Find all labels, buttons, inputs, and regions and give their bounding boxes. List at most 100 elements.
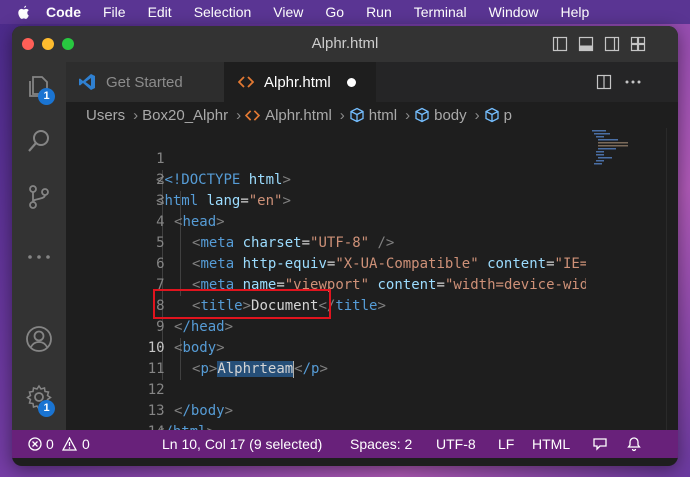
menu-app-name[interactable]: Code bbox=[46, 4, 81, 20]
menu-terminal[interactable]: Terminal bbox=[414, 4, 467, 20]
code-line: 7 <title>Document</title> bbox=[66, 254, 386, 314]
breadcrumb-body[interactable]: body bbox=[434, 107, 467, 124]
breadcrumb-file[interactable]: Alphr.html bbox=[265, 107, 332, 124]
menu-file[interactable]: File bbox=[103, 4, 126, 20]
tab-label-alphr-html: Alphr.html bbox=[264, 73, 331, 91]
code-line: 5 <meta http-equiv="X-UA-Compatible" con… bbox=[66, 212, 597, 272]
code-line: 3 <head> bbox=[66, 170, 224, 230]
toggle-primary-sidebar-icon[interactable] bbox=[552, 36, 568, 52]
code-token: meta bbox=[200, 256, 235, 272]
code-editor[interactable]: 1 <<!DOCTYPE html> 2 <html lang="en"> 3 … bbox=[66, 128, 597, 440]
menu-window[interactable]: Window bbox=[489, 4, 539, 20]
html-file-icon bbox=[245, 109, 261, 121]
code-token: "en" bbox=[248, 193, 283, 209]
line-number: 4 bbox=[156, 214, 165, 230]
status-bar: 0 0 Ln 10, Col 17 (9 selected) Spaces: 2… bbox=[12, 430, 678, 458]
code-line: 1 <<!DOCTYPE html> bbox=[66, 128, 291, 188]
code-token: p bbox=[200, 361, 209, 377]
line-number: 12 bbox=[147, 382, 165, 398]
toggle-secondary-sidebar-icon[interactable] bbox=[604, 36, 620, 52]
line-number: 5 bbox=[156, 235, 165, 251]
menu-bar: Code File Edit Selection View Go Run Ter… bbox=[0, 0, 690, 24]
code-token: /body bbox=[182, 403, 225, 419]
source-control-icon[interactable] bbox=[24, 182, 54, 212]
highlight-annotation-box bbox=[153, 289, 331, 319]
code-token: html bbox=[248, 172, 283, 188]
unsaved-dot-icon[interactable] bbox=[346, 77, 356, 87]
line-number: 2 bbox=[156, 172, 165, 188]
more-actions-icon[interactable] bbox=[624, 74, 642, 90]
symbol-field-icon bbox=[350, 107, 364, 123]
notifications-bell-icon[interactable] bbox=[626, 436, 642, 452]
breadcrumb-p[interactable]: p bbox=[504, 107, 512, 124]
menu-selection[interactable]: Selection bbox=[194, 4, 252, 20]
code-token: html bbox=[164, 193, 199, 209]
html-file-icon bbox=[238, 76, 254, 88]
chevron-right-icon: › bbox=[133, 106, 139, 124]
line-number: 11 bbox=[147, 361, 165, 377]
chevron-right-icon: › bbox=[236, 106, 242, 124]
code-token: > bbox=[282, 172, 291, 188]
split-editor-icon[interactable] bbox=[596, 74, 612, 90]
code-line: 2 <html lang="en"> bbox=[66, 149, 291, 209]
menu-go[interactable]: Go bbox=[325, 4, 344, 20]
code-line: 6 <meta name="viewport" content="width=d… bbox=[66, 233, 588, 293]
breadcrumb-users[interactable]: Users bbox=[86, 107, 125, 124]
code-token: content bbox=[487, 256, 547, 272]
menu-run[interactable]: Run bbox=[366, 4, 392, 20]
error-icon[interactable] bbox=[28, 437, 42, 451]
code-line: 4 <meta charset="UTF-8" /> bbox=[66, 191, 394, 251]
customize-layout-icon[interactable] bbox=[630, 36, 646, 52]
menu-edit[interactable]: Edit bbox=[148, 4, 172, 20]
line-number: 9 bbox=[156, 319, 165, 335]
menu-view[interactable]: View bbox=[273, 4, 303, 20]
warning-icon[interactable] bbox=[62, 437, 77, 451]
editor-tab-bar: Get Started Alphr.html bbox=[66, 62, 678, 102]
apple-icon[interactable] bbox=[14, 3, 32, 21]
indentation[interactable]: Spaces: 2 bbox=[350, 436, 412, 452]
encoding[interactable]: UTF-8 bbox=[436, 436, 476, 452]
code-line: 14 bbox=[66, 401, 165, 440]
accounts-icon[interactable] bbox=[24, 324, 54, 354]
activity-bar: 1 1 bbox=[12, 62, 66, 430]
chevron-right-icon: › bbox=[474, 106, 480, 124]
toggle-panel-icon[interactable] bbox=[578, 36, 594, 52]
explorer-badge: 1 bbox=[38, 88, 55, 105]
breadcrumb: Users › Box20_Alphr › Alphr.html › html … bbox=[66, 102, 678, 128]
language-mode[interactable]: HTML bbox=[532, 436, 570, 452]
breadcrumb-html[interactable]: html bbox=[369, 107, 397, 124]
feedback-icon[interactable] bbox=[592, 436, 608, 452]
line-number: 10 bbox=[147, 340, 165, 356]
code-token: "UTF-8" bbox=[310, 235, 370, 251]
code-token: <!DOCTYPE bbox=[164, 172, 241, 188]
cursor-position[interactable]: Ln 10, Col 17 (9 selected) bbox=[162, 436, 322, 452]
code-token: http-equiv bbox=[242, 256, 327, 272]
vertical-scrollbar[interactable] bbox=[666, 128, 678, 430]
menu-help[interactable]: Help bbox=[560, 4, 589, 20]
tab-label-get-started: Get Started bbox=[106, 73, 183, 91]
end-of-line[interactable]: LF bbox=[498, 436, 514, 452]
breadcrumb-folder[interactable]: Box20_Alphr bbox=[142, 107, 228, 124]
code-token: charset bbox=[242, 235, 302, 251]
chevron-right-icon: › bbox=[339, 106, 345, 124]
warning-count[interactable]: 0 bbox=[82, 436, 90, 452]
minimap[interactable] bbox=[586, 128, 666, 430]
tab-get-started[interactable]: Get Started bbox=[66, 62, 224, 102]
code-token: /> bbox=[369, 235, 395, 251]
code-line: 8 </head> bbox=[66, 275, 233, 335]
code-line-current: 10 <p>Alphrteam</p> bbox=[66, 317, 328, 378]
code-token: = bbox=[240, 193, 249, 209]
search-icon[interactable] bbox=[24, 126, 54, 156]
code-token: body bbox=[182, 340, 217, 356]
code-token: "width=device-wid bbox=[444, 277, 589, 293]
error-count[interactable]: 0 bbox=[46, 436, 54, 452]
tab-alphr-html[interactable]: Alphr.html bbox=[224, 62, 376, 102]
vscode-window: Alphr.html 1 1 Get Started Alphr.html Us… bbox=[12, 26, 678, 466]
code-line: 9 <body> bbox=[66, 296, 224, 356]
more-views-icon[interactable] bbox=[24, 242, 54, 272]
code-token: content bbox=[377, 277, 437, 293]
vscode-logo-icon bbox=[79, 74, 95, 90]
code-token: "X-UA-Compatible" bbox=[335, 256, 479, 272]
symbol-field-icon bbox=[415, 107, 429, 123]
title-bar: Alphr.html bbox=[12, 26, 678, 62]
